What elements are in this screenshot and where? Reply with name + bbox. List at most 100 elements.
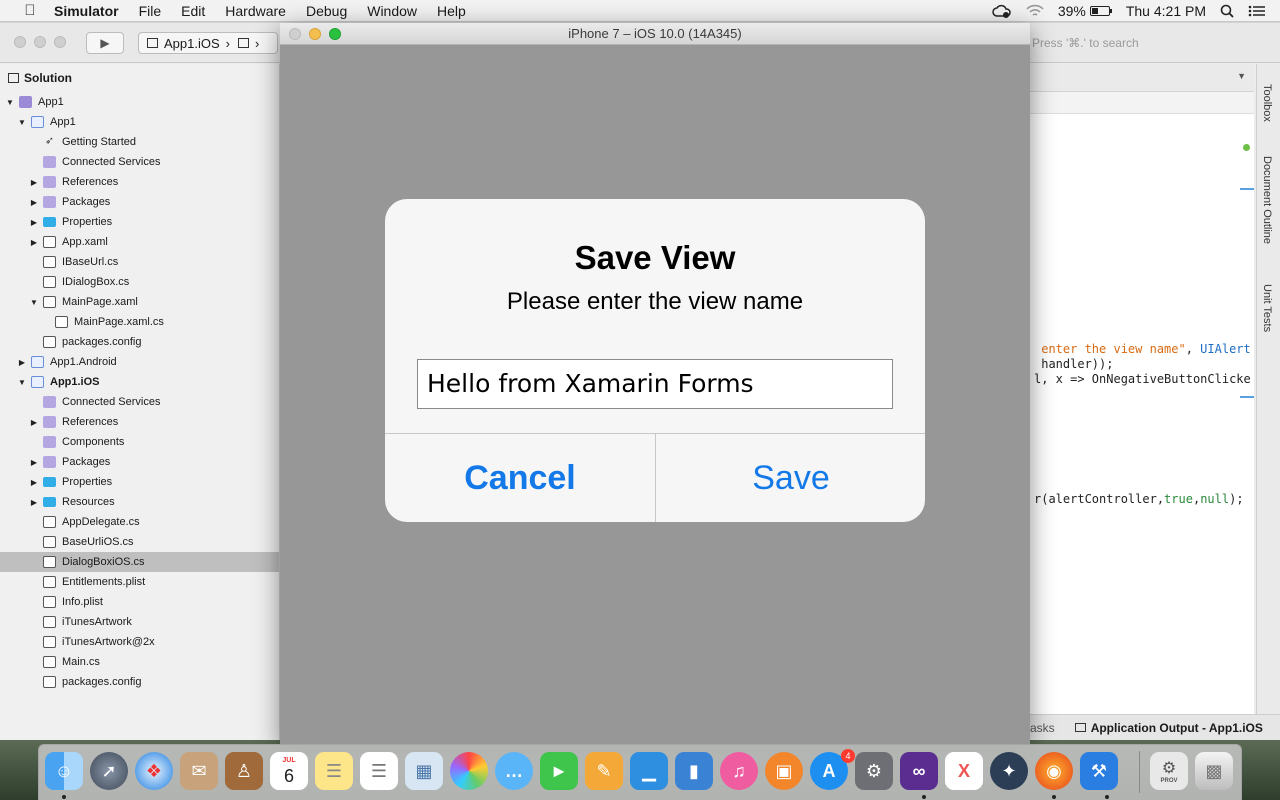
simulator-icon[interactable]: ⚒ xyxy=(1080,752,1118,790)
solution-tree-item[interactable]: Entitlements.plist xyxy=(0,572,279,592)
solution-tree-item[interactable]: ▶ Packages xyxy=(0,452,279,472)
pages-icon[interactable]: ✎ xyxy=(585,752,623,790)
itunes-icon[interactable]: ♫ xyxy=(720,752,758,790)
solution-tree-item[interactable]: IBaseUrl.cs xyxy=(0,252,279,272)
menu-hardware[interactable]: Hardware xyxy=(225,3,286,19)
spotlight-search-icon[interactable] xyxy=(1220,4,1234,18)
solution-tree-item[interactable]: iTunesArtwork xyxy=(0,612,279,632)
solution-tree-item[interactable]: ▶ Packages xyxy=(0,192,279,212)
solution-tree-item[interactable]: ▼ MainPage.xaml xyxy=(0,292,279,312)
contacts-icon[interactable]: ♙ xyxy=(225,752,263,790)
solution-tree-item[interactable]: packages.config xyxy=(0,672,279,692)
cancel-button[interactable]: Cancel xyxy=(385,434,655,522)
preview-icon[interactable]: ▦ xyxy=(405,752,443,790)
collapsed-arrow-icon[interactable]: ▶ xyxy=(17,358,27,367)
keynote-icon[interactable]: ▮ xyxy=(675,752,713,790)
solution-tree-item[interactable]: BaseUrliOS.cs xyxy=(0,532,279,552)
tab-dropdown-icon[interactable]: ▼ xyxy=(1237,71,1246,81)
solution-tree-item[interactable]: ▶ Properties xyxy=(0,472,279,492)
solution-tree-item[interactable]: packages.config xyxy=(0,332,279,352)
cloud-sync-icon[interactable] xyxy=(992,3,1012,19)
wifi-icon[interactable] xyxy=(1026,4,1044,18)
mail-stamp-icon[interactable]: ✉ xyxy=(180,752,218,790)
provisioning-file-icon[interactable]: ⚙ PROV xyxy=(1150,752,1188,790)
solution-tree-item[interactable]: ▼ App1 xyxy=(0,92,279,112)
solution-tree-item[interactable]: DialogBoxiOS.cs xyxy=(0,552,279,572)
solution-tree-item[interactable]: ▶ References xyxy=(0,172,279,192)
collapsed-arrow-icon[interactable]: ▶ xyxy=(29,458,39,467)
menu-file[interactable]: File xyxy=(139,3,162,19)
notification-center-icon[interactable] xyxy=(1248,4,1266,18)
solution-tree-item[interactable]: ▶ Properties xyxy=(0,212,279,232)
solution-tree-item[interactable]: ➶ Getting Started xyxy=(0,132,279,152)
system-preferences-icon[interactable]: ⚙ xyxy=(855,752,893,790)
sim-zoom-button[interactable] xyxy=(329,28,341,40)
solution-tree-item[interactable]: ▶ Resources xyxy=(0,492,279,512)
ide-zoom-button[interactable] xyxy=(54,36,66,48)
solution-tree-item[interactable]: Main.cs xyxy=(0,652,279,672)
solution-tree-item[interactable]: iTunesArtwork@2x xyxy=(0,632,279,652)
menu-app-name[interactable]: Simulator xyxy=(54,3,119,19)
view-name-input[interactable]: Hello from Xamarin Forms xyxy=(417,359,893,409)
solution-tree-item[interactable]: IDialogBox.cs xyxy=(0,272,279,292)
expanded-arrow-icon[interactable]: ▼ xyxy=(17,378,27,387)
solution-tree-item[interactable]: ▼ App1.iOS xyxy=(0,372,279,392)
numbers-icon[interactable]: ▁ xyxy=(630,752,668,790)
toolbox-tab[interactable]: Toolbox xyxy=(1261,84,1273,122)
messages-icon[interactable]: … xyxy=(495,752,533,790)
solution-tree-item[interactable]: Info.plist xyxy=(0,592,279,612)
expanded-arrow-icon[interactable]: ▼ xyxy=(29,298,39,307)
run-button[interactable]: ▶ xyxy=(86,32,124,54)
menu-window[interactable]: Window xyxy=(367,3,417,19)
expanded-arrow-icon[interactable]: ▼ xyxy=(17,118,27,127)
solution-tree-item[interactable]: Components xyxy=(0,432,279,452)
facetime-icon[interactable]: ► xyxy=(540,752,578,790)
finder-icon[interactable]: ☺ xyxy=(45,752,83,790)
application-output-tab[interactable]: Application Output - App1.iOS xyxy=(1091,721,1263,735)
solution-tree-item[interactable]: ▼ App1 xyxy=(0,112,279,132)
ibooks-icon[interactable]: ▣ xyxy=(765,752,803,790)
clock[interactable]: Thu 4:21 PM xyxy=(1126,3,1206,19)
safari-icon[interactable]: ❖ xyxy=(135,752,173,790)
sim-minimize-button[interactable] xyxy=(309,28,321,40)
collapsed-arrow-icon[interactable]: ▶ xyxy=(29,238,39,247)
solution-tree-item[interactable]: Connected Services xyxy=(0,152,279,172)
visual-studio-icon[interactable]: ∞ xyxy=(900,752,938,790)
solution-tree-item[interactable]: ▶ App.xaml xyxy=(0,232,279,252)
unit-tests-tab[interactable]: Unit Tests xyxy=(1261,284,1273,332)
configuration-selector[interactable]: App1.iOS › › xyxy=(138,32,278,54)
menu-debug[interactable]: Debug xyxy=(306,3,347,19)
collapsed-arrow-icon[interactable]: ▶ xyxy=(29,498,39,507)
firefox-icon[interactable]: ◉ xyxy=(1035,752,1073,790)
expanded-arrow-icon[interactable]: ▼ xyxy=(5,98,15,107)
code-editor[interactable]: ▼ enter the view name", UIAlert handler)… xyxy=(1030,64,1254,714)
sourcetree-icon[interactable]: ✦ xyxy=(990,752,1028,790)
battery-indicator[interactable]: 39% xyxy=(1058,3,1112,19)
ide-close-button[interactable] xyxy=(14,36,26,48)
photos-icon[interactable] xyxy=(450,752,488,790)
solution-tree-item[interactable]: AppDelegate.cs xyxy=(0,512,279,532)
menu-help[interactable]: Help xyxy=(437,3,466,19)
collapsed-arrow-icon[interactable]: ▶ xyxy=(29,418,39,427)
calendar-icon[interactable]: JUL 6 xyxy=(270,752,308,790)
collapsed-arrow-icon[interactable]: ▶ xyxy=(29,198,39,207)
solution-tree-item[interactable]: MainPage.xaml.cs xyxy=(0,312,279,332)
collapsed-arrow-icon[interactable]: ▶ xyxy=(29,218,39,227)
xamarin-icon[interactable]: X xyxy=(945,752,983,790)
collapsed-arrow-icon[interactable]: ▶ xyxy=(29,178,39,187)
ide-minimize-button[interactable] xyxy=(34,36,46,48)
tasks-tab[interactable]: asks xyxy=(1030,721,1055,735)
solution-tree-item[interactable]: ▶ References xyxy=(0,412,279,432)
apple-menu-icon[interactable]:  xyxy=(20,2,40,19)
save-button[interactable]: Save xyxy=(656,434,925,522)
solution-tree-item[interactable]: ▶ App1.Android xyxy=(0,352,279,372)
notes-icon[interactable]: ☰ xyxy=(315,752,353,790)
collapsed-arrow-icon[interactable]: ▶ xyxy=(29,478,39,487)
trash-icon[interactable]: ▩ xyxy=(1195,752,1233,790)
menu-edit[interactable]: Edit xyxy=(181,3,205,19)
launchpad-icon[interactable]: ➚ xyxy=(90,752,128,790)
ide-search-input[interactable]: Press '⌘.' to search xyxy=(1022,33,1272,53)
solution-tree-item[interactable]: Connected Services xyxy=(0,392,279,412)
document-outline-tab[interactable]: Document Outline xyxy=(1261,156,1273,244)
sim-close-button[interactable] xyxy=(289,28,301,40)
